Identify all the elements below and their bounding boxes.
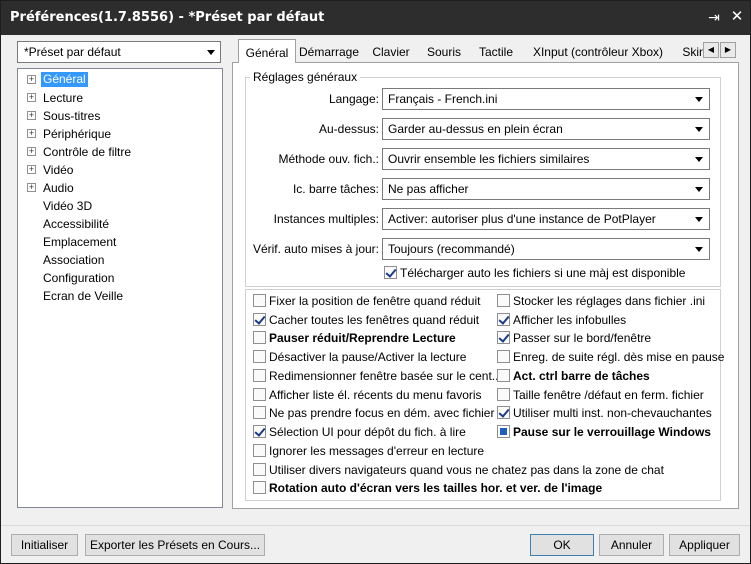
checkbox-label: Taille fenêtre /défaut en ferm. fichier [513, 387, 704, 402]
checkbox-label: Enreg. de suite régl. dès mise en pause [513, 350, 725, 365]
checkbox-label: Pauser réduit/Reprendre Lecture [269, 331, 456, 346]
combo-value: Ne pas afficher [388, 182, 469, 196]
chevron-down-icon [207, 50, 215, 55]
tree-item[interactable]: Ecran de Veille [18, 287, 218, 305]
checkbox-box[interactable] [497, 387, 510, 401]
checkbox-box[interactable] [253, 368, 266, 382]
combo-value: Toujours (recommandé) [388, 242, 515, 256]
tab-2[interactable]: Clavier [371, 43, 411, 63]
tree-item-label: Vidéo 3D [43, 199, 93, 213]
combo-value: Garder au-dessus en plein écran [388, 122, 563, 136]
checkbox-label: Ignorer les messages d'erreur en lecture [269, 444, 485, 458]
checkbox-label: Télécharger auto les fichiers si une màj… [400, 266, 686, 280]
chevron-down-icon [695, 187, 703, 192]
chevron-down-icon [695, 217, 703, 222]
setting-combo[interactable]: Toujours (recommandé) [382, 238, 710, 260]
chevron-down-icon [695, 97, 703, 102]
setting-label: Méthode ouv. fich.: [278, 152, 380, 166]
pin-icon[interactable]: ⇥ [704, 7, 724, 27]
expand-icon[interactable]: + [27, 165, 36, 174]
title-bar[interactable]: Préférences(1.7.8556) - *Préset par défa… [1, 1, 750, 35]
checkbox-box[interactable] [253, 406, 266, 420]
cancel-button[interactable]: Annuler [599, 534, 664, 556]
checkbox-label: Pause sur le verrouillage Windows [513, 424, 711, 439]
tab-scroll-right-icon[interactable]: ▶ [720, 42, 736, 58]
checkbox-label: Afficher liste él. récents du menu favor… [269, 387, 482, 402]
setting-combo[interactable]: Ne pas afficher [382, 178, 710, 200]
chevron-down-icon [695, 247, 703, 252]
checkbox-box[interactable] [384, 266, 397, 279]
setting-label: Au-dessus: [318, 122, 379, 136]
checkbox-box[interactable] [253, 294, 266, 307]
checkbox-box[interactable] [497, 368, 510, 382]
ok-button[interactable]: OK [530, 534, 594, 556]
tab-0[interactable]: Général [238, 39, 296, 63]
checkbox-label: Utiliser divers navigateurs quand vous n… [269, 462, 664, 477]
divider [1, 525, 750, 526]
preferences-window: Préférences(1.7.8556) - *Préset par défa… [0, 0, 751, 564]
checkbox-box[interactable] [253, 462, 266, 476]
tab-scroll-left-icon[interactable]: ◀ [703, 42, 719, 58]
tree-item[interactable]: Configuration [18, 269, 218, 287]
group-title: Réglages généraux [250, 70, 361, 84]
checkbox-box[interactable] [497, 294, 510, 307]
setting-combo[interactable]: Activer: autoriser plus d'une instance d… [382, 208, 710, 230]
tree-item-label: Sous-titres [43, 109, 101, 123]
window-title: Préférences(1.7.8556) - *Préset par défa… [10, 10, 325, 25]
checkbox-box[interactable] [253, 481, 266, 495]
close-icon[interactable]: ✕ [727, 7, 747, 27]
checkbox-label: Rotation auto d'écran vers les tailles h… [269, 481, 603, 496]
checkbox-box[interactable] [253, 331, 266, 345]
tab-strip: Général Démarrage Clavier Souris Tactile XInp… [232, 39, 744, 63]
combo-value: Activer: autoriser plus d'une instance d… [388, 212, 656, 226]
setting-label: Instances multiples: [273, 212, 379, 226]
chevron-down-icon [695, 157, 703, 162]
chevron-down-icon [695, 127, 703, 132]
checkbox-label: Désactiver la pause/Activer la lecture [269, 350, 467, 365]
checkbox-label: Act. ctrl barre de tâches [513, 368, 650, 383]
init-button[interactable]: Initialiser [11, 534, 78, 556]
checkbox-box[interactable] [253, 444, 266, 457]
expand-icon[interactable]: + [27, 111, 36, 120]
checkbox-box[interactable] [497, 424, 510, 438]
checkbox-label: Redimensionner fenêtre basée sur le cent… [269, 368, 502, 383]
setting-label: Ic. barre tâches: [292, 182, 379, 196]
combo-value: Français - French.ini [388, 92, 498, 106]
preset-select-value: *Préset par défaut [24, 45, 121, 59]
checkbox-label: Stocker les réglages dans fichier .ini [513, 294, 706, 308]
checkbox-box[interactable] [497, 312, 510, 326]
setting-combo[interactable]: Français - French.ini [382, 88, 710, 110]
preset-select[interactable]: *Préset par défaut [17, 41, 221, 63]
tree-item-label: Configuration [43, 271, 115, 285]
tab-5[interactable]: XInput (contrôleur Xbox) [528, 43, 668, 63]
tab-4[interactable]: Tactile [475, 43, 517, 63]
setting-label: Vérif. auto mises à jour: [252, 242, 379, 256]
combo-value: Ouvrir ensemble les fichiers similaires [388, 152, 590, 166]
tab-3[interactable]: Souris [426, 43, 462, 63]
checkbox-label: Ne pas prendre focus en dém. avec fichie… [269, 406, 495, 421]
checkbox-label: Utiliser multi inst. non-chevauchantes [513, 406, 712, 421]
checkbox-label: Fixer la position de fenêtre quand rédui… [269, 294, 481, 308]
setting-combo[interactable]: Ouvrir ensemble les fichiers similaires [382, 148, 710, 170]
tree-item-label: Général [41, 72, 88, 87]
checkbox-box[interactable] [497, 331, 510, 345]
apply-button[interactable]: Appliquer [669, 534, 740, 556]
checkbox-box[interactable] [253, 387, 266, 401]
setting-label: Langage: [328, 92, 379, 106]
checkbox-box[interactable] [253, 350, 266, 364]
checkbox-label: Afficher les infobulles [513, 312, 627, 327]
tree-item[interactable]: + Général [18, 71, 218, 89]
tree-item-label: Ecran de Veille [43, 289, 124, 303]
checkbox-label: Sélection UI pour dépôt du fich. à lire [269, 424, 466, 439]
tab-1[interactable]: Démarrage [298, 43, 360, 63]
checkbox-box[interactable] [253, 312, 266, 326]
export-presets-button[interactable]: Exporter les Présets en Cours... [85, 534, 265, 556]
checkbox-label: Cacher toutes les fenêtres quand réduit [269, 312, 480, 327]
checkbox-box[interactable] [497, 350, 510, 364]
expand-icon[interactable]: + [27, 75, 36, 84]
setting-combo[interactable]: Garder au-dessus en plein écran [382, 118, 710, 140]
checkbox-box[interactable] [497, 406, 510, 420]
checkbox-box[interactable] [253, 424, 266, 438]
checkbox-label: Passer sur le bord/fenêtre [513, 331, 652, 346]
